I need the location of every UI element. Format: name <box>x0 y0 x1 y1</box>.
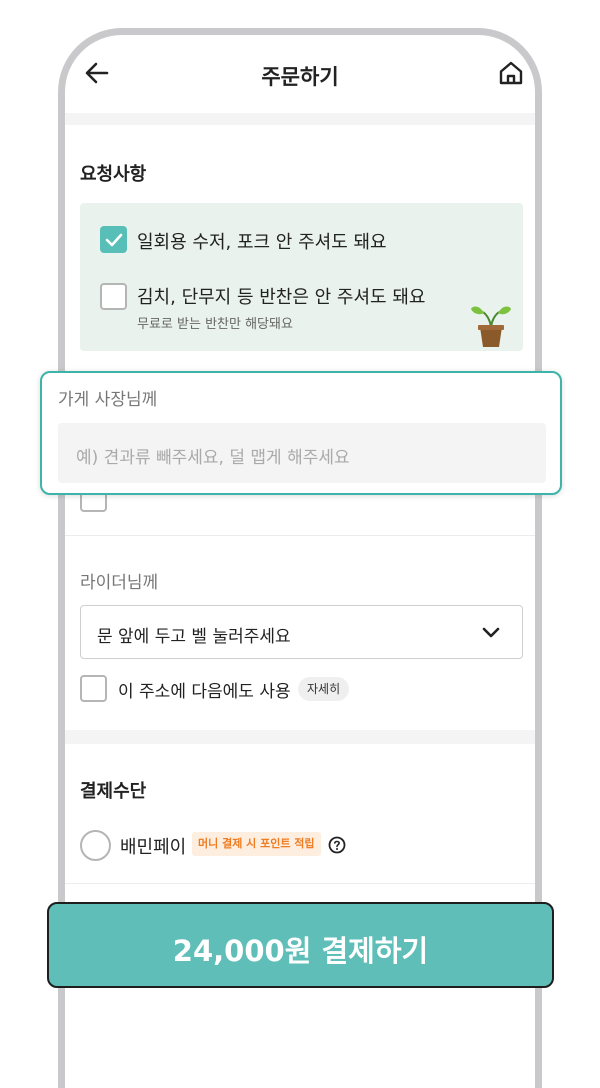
side-dish-checkbox[interactable] <box>100 283 127 310</box>
detail-button[interactable]: 자세히 <box>298 677 350 701</box>
checkmark-icon <box>105 233 123 247</box>
pay-button[interactable]: 24,000원 결제하기 <box>47 902 554 988</box>
question-circle-icon[interactable] <box>328 836 346 854</box>
top-bar: 주문하기 <box>65 35 535 113</box>
home-icon[interactable] <box>497 59 525 87</box>
baemin-pay-label[interactable]: 배민페이 <box>120 833 186 859</box>
page-title: 주문하기 <box>261 65 339 89</box>
remember-address-label[interactable]: 이 주소에 다음에도 사용 <box>118 677 291 702</box>
requests-section-title: 요청사항 <box>80 164 147 185</box>
owner-note-placeholder: 예) 견과류 빼주세요, 덜 맵게 해주세요 <box>76 448 350 468</box>
remember-address-checkbox[interactable] <box>80 675 107 702</box>
request-option-label[interactable]: 일회용 수저, 포크 안 주셔도 돼요 <box>137 228 387 254</box>
section-gap <box>65 730 535 744</box>
sprout-icon <box>471 306 511 347</box>
chevron-down-icon <box>482 627 500 638</box>
section-gap <box>65 113 535 125</box>
point-reward-badge: 머니 결제 시 포인트 적립 <box>192 832 321 856</box>
owner-note-card: 가게 사장님께 예) 견과류 빼주세요, 덜 맵게 해주세요 <box>40 371 562 495</box>
payment-section-title: 결제수단 <box>80 781 147 802</box>
request-option-subtext: 무료로 받는 반찬만 해당돼요 <box>137 317 293 332</box>
pay-button-label: 24,000원 결제하기 <box>172 934 429 968</box>
divider <box>65 535 535 536</box>
disposable-cutlery-checkbox[interactable] <box>100 226 127 253</box>
rider-note-select[interactable]: 문 앞에 두고 벨 눌러주세요 <box>80 605 523 659</box>
rider-note-label: 라이더님께 <box>80 573 159 593</box>
request-option-label[interactable]: 김치, 단무지 등 반찬은 안 주셔도 돼요 <box>137 283 425 309</box>
owner-note-input[interactable]: 예) 견과류 빼주세요, 덜 맵게 해주세요 <box>58 423 546 483</box>
rider-note-selected-value: 문 앞에 두고 벨 눌러주세요 <box>97 627 291 647</box>
divider <box>65 883 535 884</box>
baemin-pay-radio[interactable] <box>80 830 111 861</box>
owner-note-label: 가게 사장님께 <box>58 390 158 410</box>
